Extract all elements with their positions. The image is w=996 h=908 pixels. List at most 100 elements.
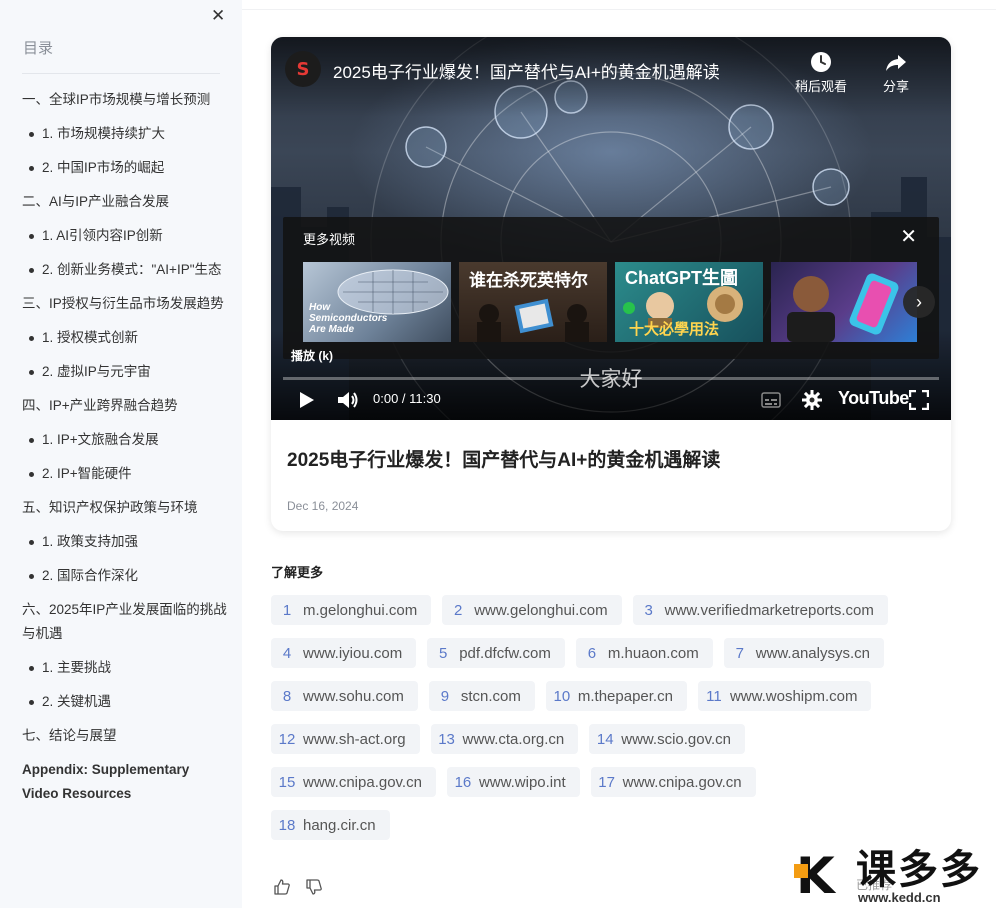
toc-item[interactable]: 2. 创新业务模式："AI+IP"生态 [22, 258, 227, 282]
source-domain: www.gelonghui.com [474, 601, 608, 619]
source-number: 15 [278, 773, 296, 791]
toc-item[interactable]: 2. 中国IP市场的崛起 [22, 156, 227, 180]
source-domain: www.sohu.com [303, 687, 404, 705]
close-icon[interactable]: ✕ [900, 227, 917, 247]
youtube-logo[interactable]: YouTube [838, 388, 909, 409]
video-player[interactable]: S 2025电子行业爆发！国产替代与AI+的黄金机遇解读 稍后观看 分享 更多视… [271, 37, 951, 420]
toc-sidebar: ✕ 目录 一、全球IP市场规模与增长预测 1. 市场规模持续扩大 2. 中国IP市场… [0, 0, 242, 908]
play-icon[interactable] [295, 389, 317, 411]
toc-item[interactable]: 七、结论与展望 [22, 724, 227, 748]
toc-item[interactable]: 2. IP+智能硬件 [22, 462, 227, 486]
play-tooltip: 播放 (k) [291, 349, 334, 363]
fullscreen-icon[interactable] [909, 390, 929, 410]
source-domain: www.cnipa.gov.cn [303, 773, 422, 791]
thumbnail-person-phone [787, 273, 899, 342]
video-card: S 2025电子行业爆发！国产替代与AI+的黄金机遇解读 稍后观看 分享 更多视… [271, 37, 951, 531]
video-thumbnail[interactable]: ChatGPT生圖 十大必學用法 [615, 262, 763, 342]
source-number: 6 [587, 644, 597, 662]
toc-list: 一、全球IP市场规模与增长预测 1. 市场规模持续扩大 2. 中国IP市场的崛起 二、… [22, 88, 227, 816]
source-domain: pdf.dfcfw.com [459, 644, 551, 662]
source-number: 11 [706, 687, 722, 705]
share-label: 分享 [883, 79, 910, 94]
video-thumbnail[interactable]: How Semiconductors Are Made [303, 262, 451, 342]
learn-more-label: 了解更多 [271, 565, 324, 580]
source-chip[interactable]: 16 www.wipo.int [446, 767, 580, 797]
source-domain: www.analysys.cn [755, 644, 870, 662]
time-display: 0:00 / 11:30 [373, 391, 441, 406]
video-thumbnail[interactable]: 谁在杀死英特尔 [459, 262, 607, 342]
toc-item[interactable]: Appendix: Supplementary Video Resources [22, 758, 227, 806]
toc-item[interactable]: 2. 关键机遇 [22, 690, 227, 714]
toc-item[interactable]: 六、2025年IP产业发展面临的挑战与机遇 [22, 598, 227, 646]
card-title[interactable]: 2025电子行业爆发！国产替代与AI+的黄金机遇解读 [287, 445, 720, 472]
gear-icon[interactable] [801, 389, 823, 411]
source-chip[interactable]: 1 m.gelonghui.com [271, 595, 432, 625]
source-number: 5 [439, 644, 448, 662]
source-domain: www.cnipa.gov.cn [622, 773, 742, 791]
toc-item[interactable]: 1. 主要挑战 [22, 656, 227, 680]
source-chip[interactable]: 7 www.analysys.cn [723, 638, 884, 668]
toc-item[interactable]: 二、AI与IP产业融合发展 [22, 190, 227, 214]
source-chip[interactable]: 9 stcn.com [428, 681, 535, 711]
toc-title: 目录 [23, 40, 54, 57]
source-chip[interactable]: 13 www.cta.org.cn [430, 724, 579, 754]
source-chip[interactable]: 2 www.gelonghui.com [442, 595, 622, 625]
video-thumbnail[interactable] [771, 262, 917, 342]
source-chip[interactable]: 3 www.verifiedmarketreports.com [632, 595, 888, 625]
toc-item[interactable]: 2. 虚拟IP与元宇宙 [22, 360, 227, 384]
source-number: 4 [282, 644, 292, 662]
progress-bar[interactable] [283, 377, 939, 380]
watermark-k-mark: K [794, 847, 835, 905]
toc-item[interactable]: 1. 政策支持加强 [22, 530, 227, 554]
thumbs-down-icon[interactable] [305, 878, 323, 896]
toc-item[interactable]: 三、IP授权与衍生品市场发展趋势 [22, 292, 227, 316]
toc-item[interactable]: 1. IP+文旅融合发展 [22, 428, 227, 452]
source-chip[interactable]: 12 www.sh-act.org [271, 724, 420, 754]
top-divider [242, 9, 996, 10]
chevron-right-icon[interactable]: › [903, 286, 935, 318]
source-number: 14 [596, 730, 614, 748]
source-chip[interactable]: 18 hang.cir.cn [271, 810, 390, 840]
toc-item[interactable]: 四、IP+产业跨界融合趋势 [22, 394, 227, 418]
clock-icon [811, 52, 831, 72]
source-domain: www.verifiedmarketreports.com [664, 601, 874, 619]
source-domain: stcn.com [460, 687, 521, 705]
source-number: 13 [438, 730, 455, 748]
toc-item[interactable]: 1. AI引领内容IP创新 [22, 224, 227, 248]
video-title[interactable]: 2025电子行业爆发！国产替代与AI+的黄金机遇解读 [333, 58, 720, 83]
share-button[interactable]: 分享 [883, 50, 909, 95]
toc-item[interactable]: 2. 国际合作深化 [22, 564, 227, 588]
watermark-logo: 已推荐 K 课多多 www.kedd.cn [794, 846, 996, 908]
source-chip[interactable]: 4 www.iyiou.com [271, 638, 417, 668]
toc-item[interactable]: 一、全球IP市场规模与增长预测 [22, 88, 227, 112]
watch-later-button[interactable]: 稍后观看 [795, 50, 847, 95]
volume-icon[interactable] [335, 388, 361, 412]
source-chip[interactable]: 14 www.scio.gov.cn [589, 724, 745, 754]
source-number: 9 [440, 687, 450, 705]
thumbs-up-icon[interactable] [273, 878, 291, 896]
source-chip[interactable]: 8 www.sohu.com [271, 681, 418, 711]
source-domain: www.sh-act.org [303, 730, 406, 748]
toc-item[interactable]: 1. 授权模式创新 [22, 326, 227, 350]
source-chip[interactable]: 15 www.cnipa.gov.cn [271, 767, 436, 797]
channel-logo[interactable]: S [285, 51, 321, 87]
channel-logo-letter: S [296, 58, 310, 80]
source-domain: m.thepaper.cn [577, 687, 673, 705]
source-chip[interactable]: 17 www.cnipa.gov.cn [590, 767, 756, 797]
close-icon[interactable]: ✕ [211, 6, 225, 26]
source-chip[interactable]: 10 m.thepaper.cn [545, 681, 687, 711]
toc-item[interactable]: 1. 市场规模持续扩大 [22, 122, 227, 146]
captions-icon[interactable] [761, 392, 781, 408]
source-domain: www.wipo.int [478, 773, 566, 791]
source-chip[interactable]: 11 www.woshipm.com [697, 681, 872, 711]
thumbnail-caption: ChatGPT生圖 [625, 268, 739, 288]
source-domain: www.woshipm.com [729, 687, 858, 705]
toc-item[interactable]: 五、知识产权保护政策与环境 [22, 496, 227, 520]
source-number: 2 [454, 601, 463, 619]
thumbnail-caption: 谁在杀死英特尔 [469, 271, 588, 290]
source-chip[interactable]: 6 m.huaon.com [575, 638, 713, 668]
source-number: 16 [454, 773, 472, 791]
source-number: 17 [598, 773, 615, 791]
source-chip[interactable]: 5 pdf.dfcfw.com [427, 638, 565, 668]
more-videos-panel: 更多视频 ✕ How Semiconductors Are Made 谁在杀死英… [283, 217, 939, 359]
